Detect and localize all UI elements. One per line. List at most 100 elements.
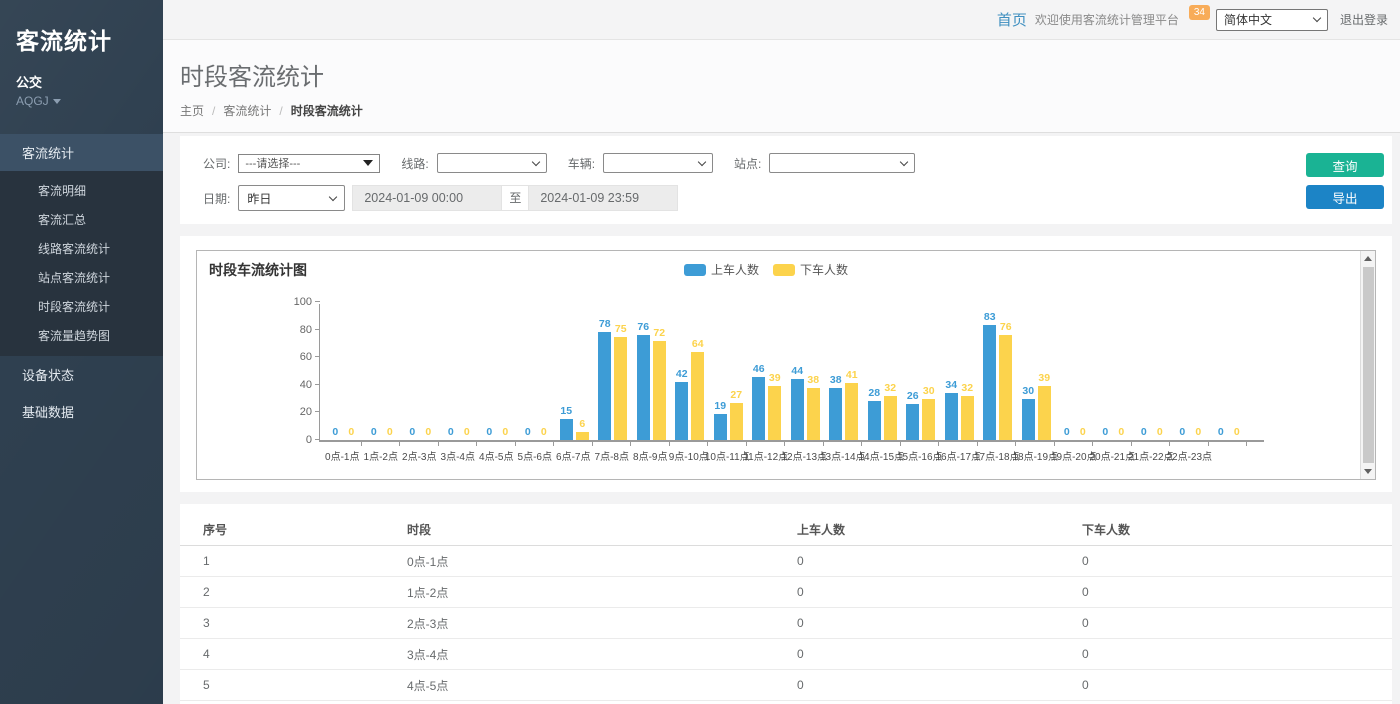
table-cell: 2点-3点 [407, 608, 797, 639]
table-cell: 4 [180, 639, 407, 670]
sidebar-item[interactable]: 站点客流统计 [0, 263, 163, 292]
chevron-down-icon [900, 157, 908, 165]
bar-column: 0 [383, 304, 396, 440]
date-preset-select[interactable]: 昨日 [238, 185, 345, 211]
bar-group: 00 [440, 304, 479, 440]
table-row: 43点-4点00 [180, 639, 1392, 670]
x-axis-label: 2点-3点 [400, 448, 439, 463]
company-select-value: ---请选择--- [245, 155, 300, 171]
bar [961, 396, 974, 440]
table-cell: 0 [1082, 608, 1392, 639]
bar-value-label: 72 [643, 327, 675, 339]
bar-value-label: 0 [528, 426, 560, 438]
x-axis-tick [1209, 442, 1248, 446]
data-table: 序号时段上车人数下车人数 10点-1点0021点-2点0032点-3点0043点… [180, 514, 1392, 704]
scrollbar-thumb[interactable] [1363, 267, 1374, 463]
filter-row-1: 公司: ---请选择--- 线路: 车辆: 站点: [203, 153, 1302, 173]
sidebar-item[interactable]: 时段客流统计 [0, 292, 163, 321]
bar-column: 32 [884, 304, 897, 440]
scroll-down-arrow-icon[interactable] [1361, 464, 1375, 479]
line-select[interactable] [437, 153, 547, 173]
breadcrumb-item[interactable]: 客流统计 [223, 102, 271, 119]
station-select[interactable] [769, 153, 915, 173]
x-axis-tick [1093, 442, 1132, 446]
bar [807, 388, 820, 440]
bar-column: 0 [1192, 304, 1205, 440]
export-button[interactable]: 导出 [1306, 185, 1384, 209]
x-axis-tick [554, 442, 593, 446]
bar-value-label: 41 [836, 369, 868, 381]
bar [983, 325, 996, 440]
bar-column: 26 [906, 304, 919, 440]
table-cell: 2 [180, 577, 407, 608]
bar [714, 414, 727, 440]
bar-column: 0 [499, 304, 512, 440]
x-axis-tick [901, 442, 940, 446]
breadcrumb-item[interactable]: 主页 [180, 102, 204, 119]
table-cell: 0 [1082, 701, 1392, 704]
table-cell: 0 [797, 701, 1082, 704]
chevron-down-icon [531, 157, 539, 165]
bar-group: 7875 [594, 304, 633, 440]
x-axis-label: 16点-17点 [939, 448, 978, 463]
sidebar-section[interactable]: 基础数据 [0, 393, 163, 430]
x-axis-tick [631, 442, 670, 446]
bar-column: 34 [945, 304, 958, 440]
bar [752, 377, 765, 440]
sidebar-section[interactable]: 设备状态 [0, 356, 163, 393]
scroll-up-arrow-icon[interactable] [1361, 251, 1375, 266]
table-row: 65点-6点00 [180, 701, 1392, 704]
y-axis-label: 40 [284, 379, 312, 391]
vehicle-select[interactable] [603, 153, 713, 173]
date-range-separator: 至 [502, 185, 528, 211]
bar-column: 32 [961, 304, 974, 440]
table-cell: 0 [797, 577, 1082, 608]
bar-group: 3841 [825, 304, 864, 440]
bar-group: 00 [1094, 304, 1133, 440]
bar-group: 00 [478, 304, 517, 440]
table-cell: 1 [180, 546, 407, 577]
bar-group: 00 [1171, 304, 1210, 440]
bar-column: 0 [1153, 304, 1166, 440]
bar-column: 76 [637, 304, 650, 440]
bar-value-label: 32 [951, 382, 983, 394]
page-title: 时段客流统计 [180, 57, 1400, 92]
date-to-input[interactable]: 2024-01-09 23:59 [528, 185, 678, 211]
main-area: 首页 欢迎使用客流统计管理平台 34 简体中文 退出登录 时段客流统计 主页/客… [163, 0, 1400, 704]
table-row: 54点-5点00 [180, 670, 1392, 701]
notification-badge[interactable]: 34 [1189, 5, 1210, 20]
date-from-input[interactable]: 2024-01-09 00:00 [352, 185, 502, 211]
bar-column: 0 [1060, 304, 1073, 440]
query-button[interactable]: 查询 [1306, 153, 1384, 177]
company-select[interactable]: ---请选择--- [238, 154, 380, 173]
bar-column: 44 [791, 304, 804, 440]
bar-column: 0 [460, 304, 473, 440]
x-axis-label: 12点-13点 [785, 448, 824, 463]
bar-value-label: 39 [1028, 372, 1060, 384]
bar-column: 0 [1230, 304, 1243, 440]
bar-column: 0 [406, 304, 419, 440]
x-axis-label: 22点-23点 [1170, 448, 1209, 463]
y-axis-tick [315, 439, 320, 440]
sidebar-item[interactable]: 客流明细 [0, 176, 163, 205]
sidebar-item[interactable]: 线路客流统计 [0, 234, 163, 263]
logout-link[interactable]: 退出登录 [1340, 11, 1388, 28]
bar-column: 0 [1176, 304, 1189, 440]
org-code-dropdown[interactable]: AQGJ [0, 91, 163, 108]
bar-column: 41 [845, 304, 858, 440]
chevron-down-icon [329, 192, 337, 200]
bar-group: 3432 [940, 304, 979, 440]
bar [791, 379, 804, 440]
bar [576, 432, 589, 440]
chart-container: 时段车流统计图 上车人数下车人数 02040608010000000000000… [196, 250, 1376, 480]
home-link[interactable]: 首页 [997, 9, 1027, 30]
chart-scrollbar[interactable] [1360, 251, 1375, 479]
sidebar-item[interactable]: 客流汇总 [0, 205, 163, 234]
sidebar-section[interactable]: 客流统计 [0, 134, 163, 171]
bar [691, 352, 704, 440]
x-axis-label: 21点-22点 [1132, 448, 1171, 463]
language-select[interactable]: 简体中文 [1216, 9, 1328, 31]
sidebar-item[interactable]: 客流量趋势图 [0, 321, 163, 350]
language-select-value: 简体中文 [1224, 11, 1272, 28]
table-cell: 5 [180, 670, 407, 701]
